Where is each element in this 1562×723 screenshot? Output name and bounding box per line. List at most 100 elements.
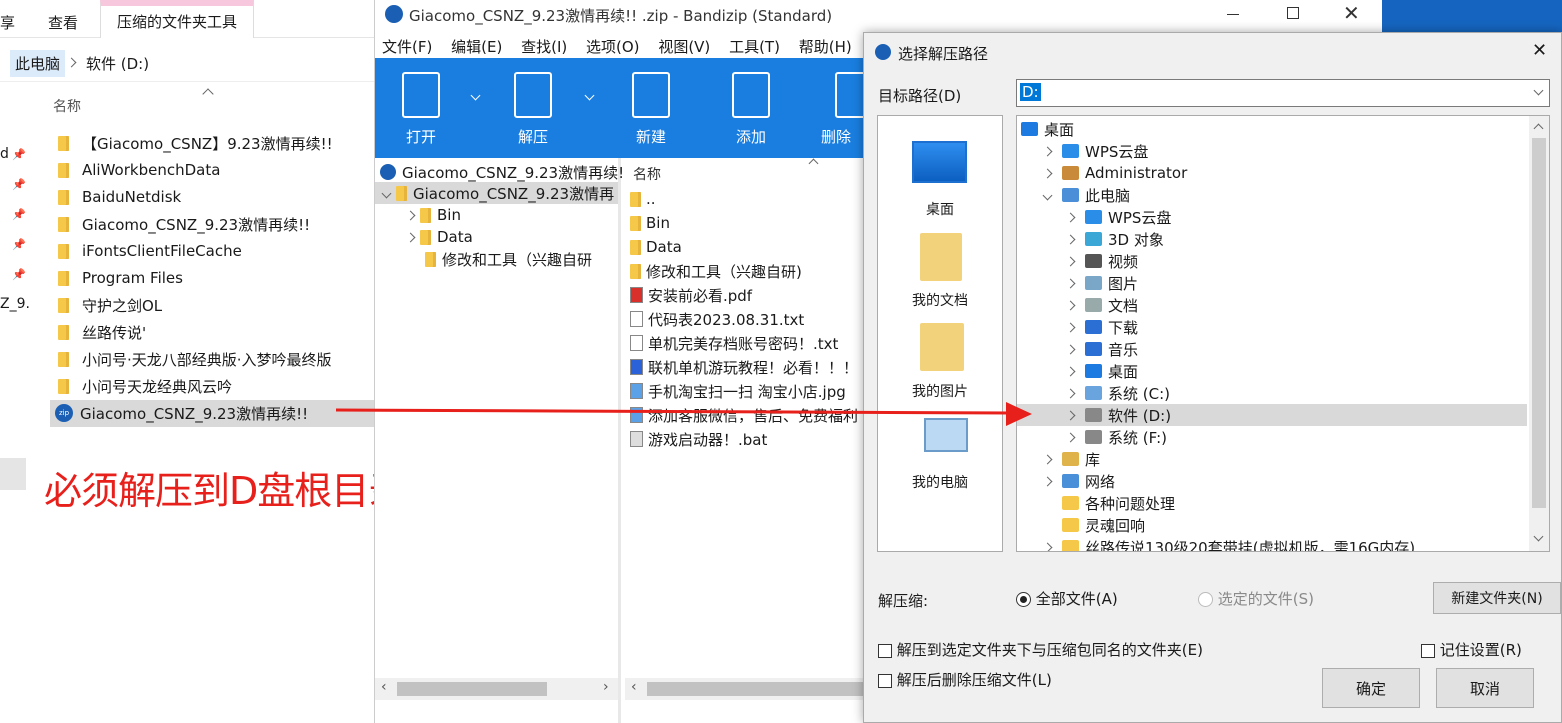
scroll-thumb[interactable] xyxy=(647,682,865,696)
folder-tree-item[interactable]: 软件 (D:) xyxy=(1065,404,1171,426)
chevron-right-icon[interactable] xyxy=(1065,278,1076,288)
scroll-left-icon[interactable]: ‹ xyxy=(381,679,387,695)
chevron-right-icon[interactable] xyxy=(1065,366,1076,376)
file-item[interactable]: BaiduNetdisk xyxy=(58,185,181,209)
chevron-right-icon[interactable] xyxy=(1065,344,1076,354)
chevron-right-icon[interactable] xyxy=(1065,300,1076,310)
scroll-thumb[interactable] xyxy=(1532,138,1546,508)
archive-list-row[interactable]: 单机完美存档账号密码！.txt xyxy=(630,331,838,355)
chevron-right-icon[interactable] xyxy=(1042,454,1053,464)
folder-tree-item[interactable]: 灵魂回响 xyxy=(1044,514,1145,536)
tree-root[interactable]: Giacomo_CSNZ_9.23激情再续! xyxy=(380,161,624,183)
quick-documents[interactable]: 我的文档 xyxy=(879,290,1001,310)
menu-tools[interactable]: 工具(T) xyxy=(729,38,780,56)
radio-selected-files[interactable]: 选定的文件(S) xyxy=(1198,588,1314,609)
scroll-down-icon[interactable] xyxy=(1533,531,1544,542)
folder-tree-item[interactable]: 此电脑 xyxy=(1042,184,1130,206)
folder-tree-item[interactable]: 系统 (C:) xyxy=(1065,382,1170,404)
ribbon-tab-view[interactable]: 查看 xyxy=(48,12,78,33)
archive-list-row[interactable]: 手机淘宝扫一扫 淘宝小店.jpg xyxy=(630,379,846,403)
toolbar-open-button[interactable]: 打开 xyxy=(391,72,451,147)
menu-file[interactable]: 文件(F) xyxy=(382,38,432,56)
ok-button[interactable]: 确定 xyxy=(1322,668,1420,708)
quick-computer[interactable]: 我的电脑 xyxy=(879,472,1001,492)
quick-desktop[interactable]: 桌面 xyxy=(879,199,1001,219)
checkbox-delete[interactable]: 解压后删除压缩文件(L) xyxy=(878,669,1052,690)
chevron-right-icon[interactable] xyxy=(1042,542,1053,551)
tree-child[interactable]: Data xyxy=(405,226,473,248)
file-item[interactable]: 小问号·天龙八部经典版·入梦吟最终版 xyxy=(58,347,332,371)
chevron-right-icon[interactable] xyxy=(1065,256,1076,266)
archive-list-row[interactable]: 联机单机游玩教程！必看！！！ xyxy=(630,355,858,379)
tree-folder[interactable]: Giacomo_CSNZ_9.23激情再 xyxy=(381,182,614,204)
chevron-right-icon[interactable] xyxy=(405,210,416,220)
menu-options[interactable]: 选项(O) xyxy=(586,38,640,56)
toolbar-add-button[interactable]: 添加 xyxy=(721,72,781,147)
column-header-name[interactable]: 名称 xyxy=(53,96,81,116)
breadcrumb-drive-d[interactable]: 软件 (D:) xyxy=(86,53,149,74)
cancel-button[interactable]: 取消 xyxy=(1436,668,1534,708)
file-item-zip-selected[interactable]: zip Giacomo_CSNZ_9.23激情再续!! xyxy=(55,401,308,425)
chevron-right-icon[interactable] xyxy=(1065,410,1076,420)
radio-checked[interactable] xyxy=(1016,592,1031,607)
maximize-icon[interactable] xyxy=(1287,7,1299,19)
archive-list-row[interactable]: 修改和工具（兴趣自研) xyxy=(630,259,802,283)
close-icon[interactable]: ✕ xyxy=(1343,1,1360,25)
tree-child[interactable]: 修改和工具（兴趣自研 xyxy=(425,248,592,270)
checkbox-box[interactable] xyxy=(1421,643,1435,658)
folder-tree-item[interactable]: 网络 xyxy=(1042,470,1115,492)
checkbox-box[interactable] xyxy=(878,643,892,658)
chevron-right-icon[interactable] xyxy=(1042,146,1053,156)
folder-tree-item[interactable]: 桌面 xyxy=(1065,360,1138,382)
radio-all-files[interactable]: 全部文件(A) xyxy=(1016,588,1118,609)
checkbox-subfolder[interactable]: 解压到选定文件夹下与压缩包同名的文件夹(E) xyxy=(878,639,1203,660)
chevron-right-icon[interactable] xyxy=(1065,234,1076,244)
file-item[interactable]: 【Giacomo_CSNZ】9.23激情再续!! xyxy=(58,131,333,155)
folder-tree-item[interactable]: WPS云盘 xyxy=(1042,140,1148,162)
archive-list-row[interactable]: Data xyxy=(630,235,682,259)
folder-tree-item[interactable]: 下载 xyxy=(1065,316,1138,338)
file-item[interactable]: 丝路传说' xyxy=(58,320,146,344)
file-item[interactable]: iFontsClientFileCache xyxy=(58,239,242,263)
chevron-down-icon[interactable] xyxy=(381,188,392,198)
tree-vscrollbar[interactable] xyxy=(1529,116,1549,551)
tree-child[interactable]: Bin xyxy=(405,204,461,226)
chevron-right-icon[interactable] xyxy=(1065,432,1076,442)
chevron-right-icon[interactable] xyxy=(405,232,416,242)
archive-list-row[interactable]: 添加客服微信，售后、免费福利 xyxy=(630,403,858,427)
menu-find[interactable]: 查找(I) xyxy=(521,38,567,56)
ribbon-tab-compressed-tools[interactable]: 压缩的文件夹工具 xyxy=(100,0,254,38)
folder-tree-item[interactable]: 各种问题处理 xyxy=(1044,492,1175,514)
folder-tree[interactable]: 桌面 WPS云盘 Administrator 此电脑 WPS云盘 3D 对象 视频 图片 文档下… xyxy=(1016,115,1550,552)
folder-tree-item[interactable]: 系统 (F:) xyxy=(1065,426,1167,448)
scroll-left-icon[interactable]: ‹ xyxy=(631,679,637,695)
file-item[interactable]: Program Files xyxy=(58,266,183,290)
folder-tree-item[interactable]: 库 xyxy=(1042,448,1100,470)
chevron-right-icon[interactable] xyxy=(1065,322,1076,332)
archive-list-row[interactable]: Bin xyxy=(630,211,670,235)
folder-tree-item[interactable]: 3D 对象 xyxy=(1065,228,1164,250)
folder-tree-item[interactable]: 文档 xyxy=(1065,294,1138,316)
menu-view[interactable]: 视图(V) xyxy=(658,38,710,56)
folder-tree-item[interactable]: 音乐 xyxy=(1065,338,1138,360)
menu-help[interactable]: 帮助(H) xyxy=(799,38,852,56)
archive-list-row[interactable]: 代码表2023.08.31.txt xyxy=(630,307,804,331)
toolbar-delete-button[interactable]: 删除 xyxy=(821,72,865,147)
address-bar[interactable]: 此电脑 软件 (D:) xyxy=(0,44,374,82)
ribbon-tab-share[interactable]: 享 xyxy=(0,12,15,33)
checkbox-box[interactable] xyxy=(878,673,892,688)
folder-tree-item[interactable]: 图片 xyxy=(1065,272,1138,294)
list-hscrollbar[interactable]: ‹ xyxy=(625,678,865,700)
minimize-icon[interactable] xyxy=(1227,14,1239,15)
list-header[interactable]: 名称 xyxy=(633,164,661,184)
dialog-close-icon[interactable]: ✕ xyxy=(1532,40,1547,61)
chevron-right-icon[interactable] xyxy=(1065,212,1076,222)
file-item[interactable]: 小问号天龙经典风云吟 xyxy=(58,374,232,398)
scroll-up-icon[interactable] xyxy=(1533,123,1544,134)
radio-unchecked[interactable] xyxy=(1198,592,1213,607)
folder-tree-item[interactable]: WPS云盘 xyxy=(1065,206,1171,228)
file-item[interactable]: Giacomo_CSNZ_9.23激情再续!! xyxy=(58,212,310,236)
folder-tree-item[interactable]: 桌面 xyxy=(1021,118,1074,140)
breadcrumb-this-pc[interactable]: 此电脑 xyxy=(10,50,66,77)
tree-hscrollbar[interactable]: ‹ › xyxy=(375,678,618,700)
